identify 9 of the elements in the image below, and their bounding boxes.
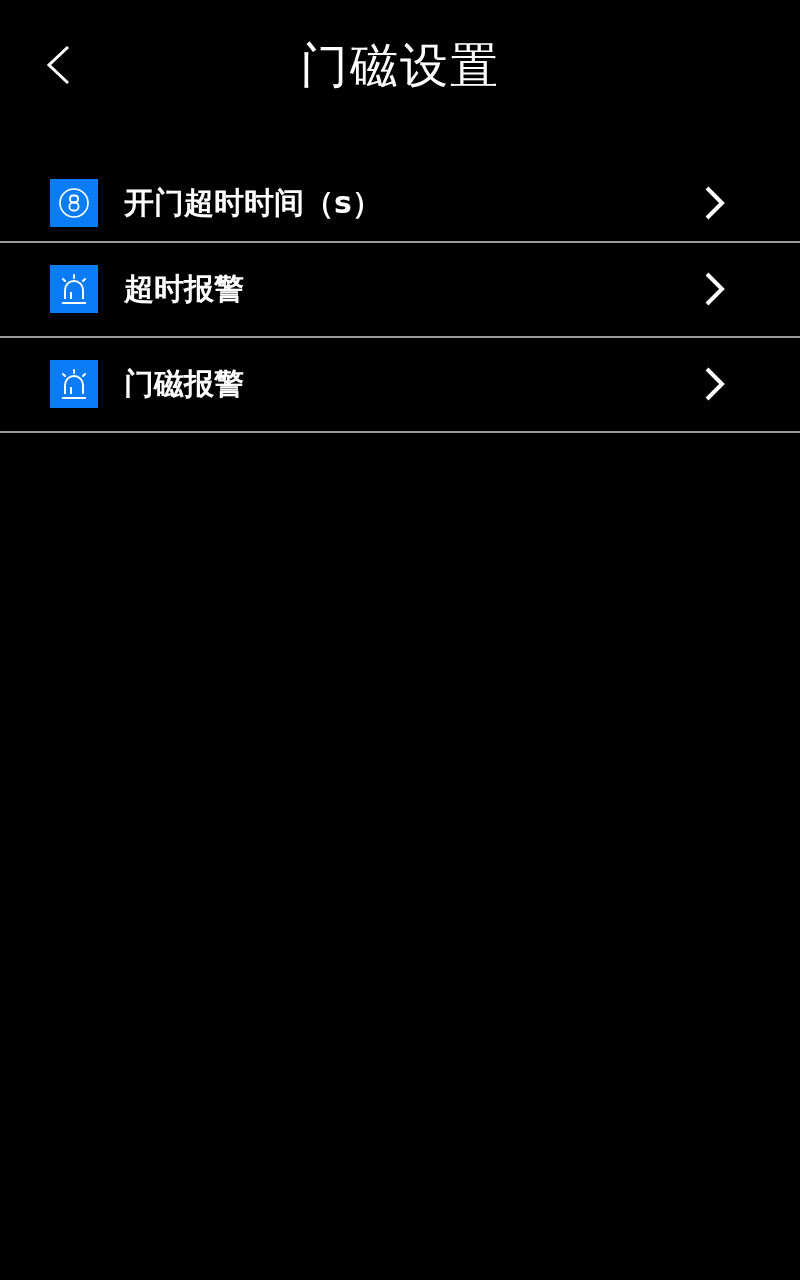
siren-icon: [50, 265, 98, 313]
chevron-right-icon: [704, 186, 726, 220]
back-icon: [45, 45, 71, 85]
circled-eight-icon: [50, 179, 98, 227]
chevron-right-icon: [704, 367, 726, 401]
page-title: 门磁设置: [300, 36, 500, 95]
chevron-right-icon: [704, 272, 726, 306]
back-button[interactable]: [44, 44, 72, 86]
siren-icon: [50, 360, 98, 408]
